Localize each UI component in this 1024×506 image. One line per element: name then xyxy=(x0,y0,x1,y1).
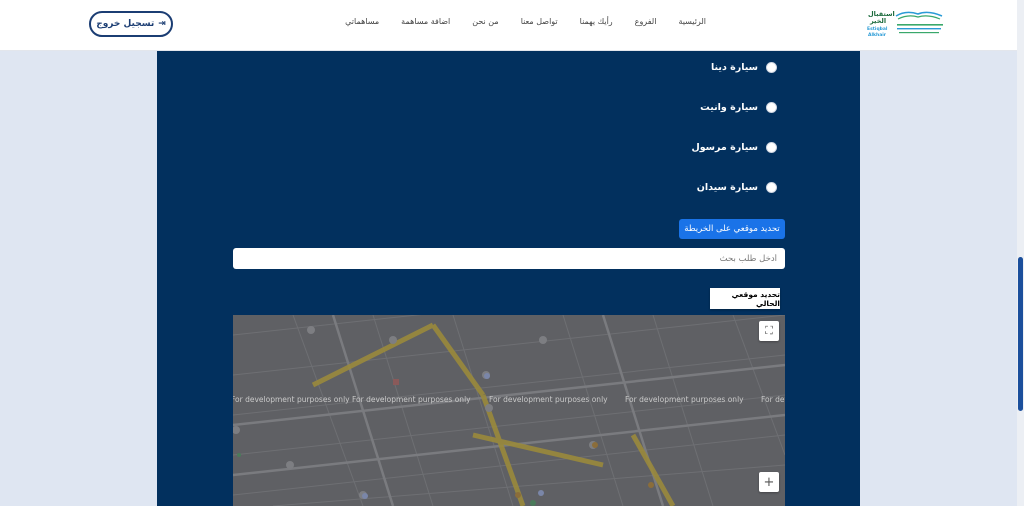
map-watermark: For development purposes only xyxy=(761,395,785,404)
top-header: ⇥ تسجيل خروج الرئيسية الفروع رأيك يهمنا … xyxy=(0,0,1017,51)
map-watermark: For development purposes only xyxy=(625,395,744,404)
vehicle-option-pickup[interactable]: سيارة وانيت xyxy=(700,102,777,113)
site-logo[interactable]: استقبال الخير Estiqbal Alkhair xyxy=(866,8,948,40)
logo-text-line4: Alkhair xyxy=(868,32,887,38)
map-roads xyxy=(233,315,785,506)
main-nav: الرئيسية الفروع رأيك يهمنا تواصل معنا من… xyxy=(334,17,717,26)
donation-form-panel: سيارة دينا سيارة وانيت سيارة مرسول سيارة… xyxy=(157,51,860,506)
nav-about[interactable]: من نحن xyxy=(461,17,509,26)
nav-branches[interactable]: الفروع xyxy=(624,17,668,26)
vehicle-option-courier[interactable]: سيارة مرسول xyxy=(691,142,777,153)
logo-text-line2: الخير xyxy=(869,17,886,25)
radio-button[interactable] xyxy=(766,182,777,193)
sign-out-icon: ⇥ xyxy=(158,19,166,29)
nav-add-contribution[interactable]: اضافة مساهمة xyxy=(390,17,461,26)
nav-feedback[interactable]: رأيك يهمنا xyxy=(569,17,624,26)
map-watermark: For development purposes only xyxy=(352,395,471,404)
scrollbar-thumb[interactable] xyxy=(1018,257,1023,411)
radio-button[interactable] xyxy=(766,102,777,113)
logout-button[interactable]: ⇥ تسجيل خروج xyxy=(89,11,173,37)
fullscreen-button[interactable]: ⛶ xyxy=(759,321,779,341)
nav-contact[interactable]: تواصل معنا xyxy=(510,17,569,26)
radio-button[interactable] xyxy=(766,62,777,73)
vehicle-option-label: سيارة سيدان xyxy=(696,182,758,193)
vehicle-option-label: سيارة وانيت xyxy=(700,102,758,113)
zoom-in-button[interactable]: + xyxy=(759,472,779,492)
map-search-input[interactable] xyxy=(233,248,785,269)
plus-icon: + xyxy=(763,474,775,490)
radio-button[interactable] xyxy=(766,142,777,153)
map-view[interactable]: For development purposes only For develo… xyxy=(233,315,785,506)
nav-home[interactable]: الرئيسية xyxy=(667,17,717,26)
nav-my-contributions[interactable]: مساهماتي xyxy=(334,17,390,26)
current-location-button[interactable]: تحديد موقعي الحالي xyxy=(710,288,780,309)
vehicle-option-dyna[interactable]: سيارة دينا xyxy=(711,62,777,73)
vehicle-option-label: سيارة مرسول xyxy=(691,142,758,153)
fullscreen-icon: ⛶ xyxy=(765,324,773,337)
logo-text-line3: Estiqbal xyxy=(867,26,888,32)
locate-on-map-button[interactable]: تحديد موقعي على الخريطة xyxy=(679,219,785,239)
logout-label: تسجيل خروج xyxy=(96,19,155,29)
map-watermark: For development purposes only xyxy=(233,395,350,404)
page-scrollbar[interactable] xyxy=(1017,0,1024,506)
vehicle-option-sedan[interactable]: سيارة سيدان xyxy=(697,182,777,193)
vehicle-option-label: سيارة دينا xyxy=(710,62,758,73)
map-watermark: For development purposes only xyxy=(489,395,608,404)
